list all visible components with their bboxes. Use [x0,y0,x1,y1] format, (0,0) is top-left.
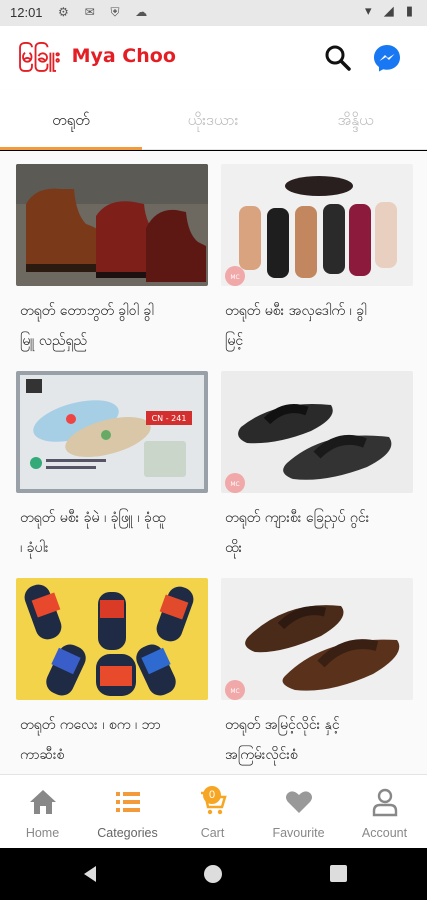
messenger-button[interactable] [371,42,403,74]
recents-icon[interactable] [330,865,347,882]
app-logo: မြခြူး Mya Choo [18,42,176,73]
home-icon [29,790,56,814]
product-title: တရုတ် မစီး ခုံမဲ ၊ ခုံဖြူ ၊ ခုံထူ ၊ ခုံပ… [20,510,166,556]
search-icon [325,45,351,71]
person-icon [372,788,397,817]
nav-favourite[interactable]: Favourite [256,775,341,849]
product-card[interactable]: MC တရုတ် ကျားစီး ခြေညှပ် ဂွင်း ထိုး [221,371,415,563]
product-title: တရုတ် တောဘွတ် ခွါဝါ ခွါ မြူ လည်ရှည် [20,303,154,349]
product-card[interactable]: MC တရုတ် အမြင့်လိုင်း နှင့် အကြမ်းလိုင်း… [221,578,415,770]
tab-thailand[interactable]: ယိုးဒယား [142,90,284,150]
product-title: တရုတ် ကလေး ၊ စက ၊ ဘာ ကာဆီးစံ [20,717,161,763]
product-image-heeled-sandals: MC [221,164,413,286]
svg-text:MC: MC [230,688,239,695]
product-title: တရုတ် ကျားစီး ခြေညှပ် ဂွင်း ထိုး [225,510,370,556]
back-icon[interactable] [84,866,96,882]
product-image-flip-flops: CN - 241 [16,371,208,493]
heart-icon [285,791,312,813]
svg-text:CN - 241: CN - 241 [152,414,187,423]
nav-categories[interactable]: Categories [85,775,170,849]
product-card[interactable]: CN - 241 တရုတ် မစီး ခုံမဲ ၊ ခုံဖြူ ၊ ခုံ… [16,371,210,563]
status-bar: 12:01 ⚙ ✉ ⛨ ☁ ▾ ◢ ▮ [0,0,427,26]
nav-home[interactable]: Home [0,775,85,849]
product-card[interactable]: MC တရုတ် မစီး အလှဒေါက် ၊ ခွါ မြင့် [221,164,415,356]
logo-english: Mya Choo [71,45,176,67]
product-card[interactable]: တရုတ် တောဘွတ် ခွါဝါ ခွါ မြူ လည်ရှည် [16,164,210,356]
bottom-navigation: Home Categories 0 Cart Favourite Account [0,774,427,848]
product-image-black-flip-flops: MC [221,371,413,493]
nav-account[interactable]: Account [342,775,427,849]
product-image-slide-sandals [16,578,208,700]
status-system-icons: ▾ ◢ ▮ [365,4,417,19]
tab-china[interactable]: တရုတ် [0,90,142,150]
messenger-icon [374,45,400,72]
product-title: တရုတ် မစီး အလှဒေါက် ၊ ခွါ မြင့် [225,303,367,349]
svg-text:MC: MC [230,274,239,281]
tab-india[interactable]: အိန္ဒိယ [284,90,427,150]
home-circle-icon[interactable] [204,865,222,883]
svg-text:MC: MC [230,481,239,488]
tab-active-indicator [0,147,142,150]
search-button[interactable] [322,42,354,74]
status-time: 12:01 [10,5,43,20]
product-image-brown-flip-flops: MC [221,578,413,700]
product-card[interactable]: တရုတ် ကလေး ၊ စက ၊ ဘာ ကာဆီးစံ [16,578,210,770]
product-image-boots [16,164,208,286]
cart-count-badge: 0 [203,786,221,804]
nav-cart[interactable]: 0 Cart [170,775,255,849]
product-grid: တရုတ် တောဘွတ် ခွါဝါ ခွါ မြူ လည်ရှည် MC တ… [0,151,427,774]
product-title: တရုတ် အမြင့်လိုင်း နှင့် အကြမ်းလိုင်းစံ [225,717,340,763]
list-icon [115,792,140,812]
logo-burmese: မြခြူး [18,43,61,67]
category-tabs: တရုတ် ယိုးဒယား အိန္ဒိယ [0,90,427,150]
app-bar: မြခြူး Mya Choo [0,26,427,90]
status-notification-icons: ⚙ ✉ ⛨ ☁ [58,5,154,19]
system-navigation-bar [0,848,427,900]
